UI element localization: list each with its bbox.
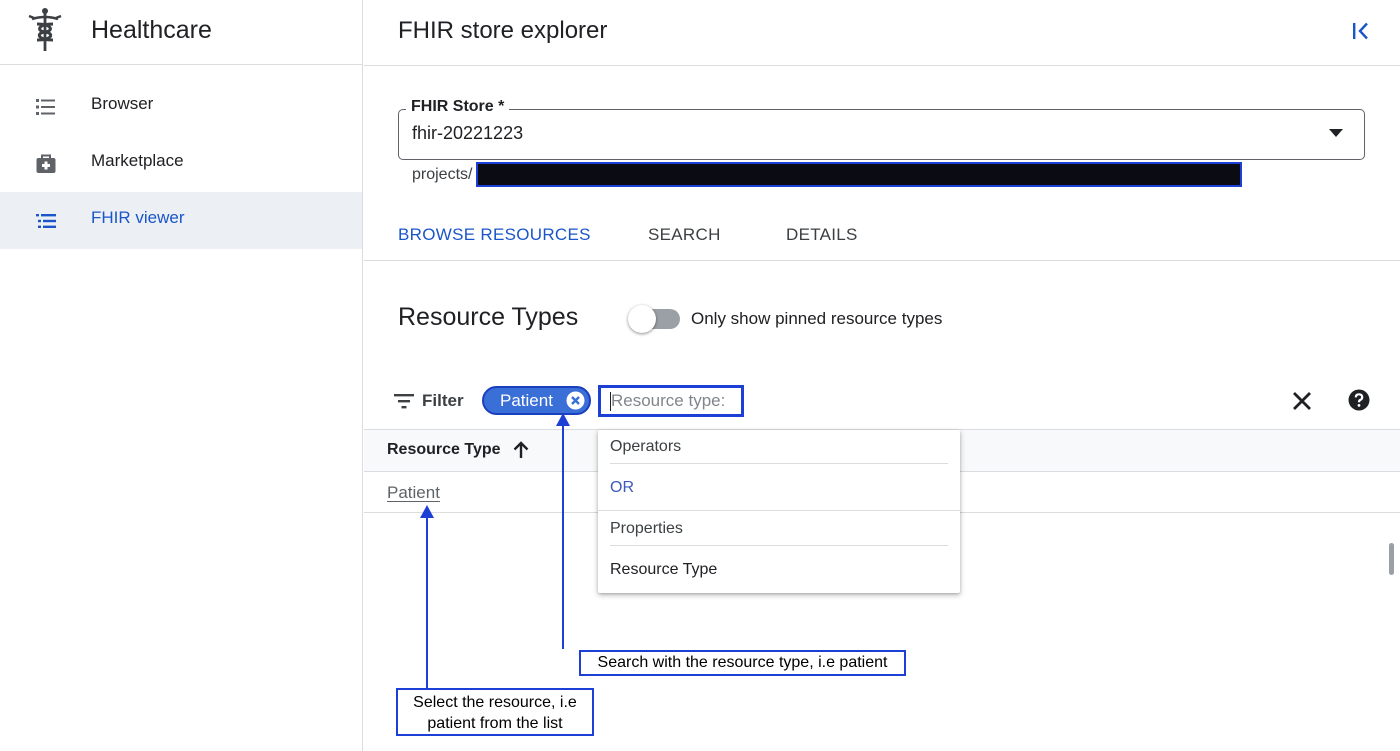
pinned-toggle-label: Only show pinned resource types [691,309,943,328]
pinned-toggle-knob[interactable] [628,305,656,333]
select-annotation-line1: Select the resource, i.e [413,694,577,711]
annotation-arrowhead-icon [420,505,434,518]
sidebar-item-label: FHIR viewer [91,208,185,227]
sidebar: Healthcare Browser Marketplace FHIR view… [0,0,363,751]
redacted-project-path [476,162,1242,187]
brand-header: Healthcare [0,0,362,65]
select-annotation-line2: patient from the list [427,715,563,732]
sidebar-item-marketplace[interactable]: Marketplace [0,135,362,192]
filter-label: Filter [422,391,464,410]
sidebar-item-browser[interactable]: Browser [0,78,362,135]
filter-suggestions-menu: Operators OR Properties Resource Type [598,430,960,593]
search-annotation: Search with the resource type, i.e patie… [579,650,906,676]
tab-details[interactable]: DETAILS [786,225,858,245]
fhir-list-icon [36,214,56,228]
medical-bag-icon [36,154,56,173]
fhir-store-select[interactable] [398,109,1365,160]
remove-chip-icon[interactable] [566,391,585,410]
resource-type-filter-box[interactable] [598,385,744,417]
menu-divider [598,510,960,511]
list-icon [36,99,55,115]
resource-link-patient[interactable]: Patient [387,483,440,503]
app-title: Healthcare [91,16,212,44]
tab-browse-resources[interactable]: BROWSE RESOURCES [398,225,591,245]
scrollbar-thumb[interactable] [1389,543,1394,575]
text-caret [610,392,611,411]
close-icon[interactable] [1290,389,1314,413]
app-root: Healthcare Browser Marketplace FHIR view… [0,0,1400,751]
collapse-panel-icon[interactable] [1350,20,1372,42]
resource-type-input[interactable] [601,388,741,414]
resource-types-title: Resource Types [398,303,579,331]
annotation-arrowhead-icon [556,413,570,426]
arrow-up-icon[interactable] [511,440,531,460]
sidebar-item-label: Browser [91,94,154,113]
filter-icon [394,394,414,409]
filter-chip-label: Patient [500,391,553,410]
sidebar-item-fhir-viewer[interactable]: FHIR viewer [0,192,362,249]
annotation-arrow-line [426,511,428,689]
menu-divider [610,545,948,546]
help-icon[interactable] [1348,389,1370,411]
tab-search[interactable]: SEARCH [648,225,721,245]
menu-item-resource-type[interactable]: Resource Type [610,561,717,579]
dropdown-arrow-icon[interactable] [1329,129,1343,137]
annotation-arrow-line [562,420,564,649]
fhir-store-label: FHIR Store * [406,98,510,116]
menu-section-header: Properties [610,520,683,537]
search-annotation-text: Search with the resource type, i.e patie… [597,654,888,671]
project-path-prefix: projects/ [412,166,473,183]
sidebar-item-label: Marketplace [91,151,184,170]
tabs-divider [364,260,1400,261]
column-header-resource-type[interactable]: Resource Type [387,441,501,459]
select-annotation: Select the resource, i.e patient from th… [396,688,594,736]
fhir-store-value: fhir-20221223 [412,123,524,143]
menu-divider [610,463,948,464]
header-divider [364,65,1400,66]
caduceus-icon [28,8,62,51]
menu-section-header: Operators [610,438,682,455]
menu-item-or[interactable]: OR [610,479,634,497]
page-title: FHIR store explorer [398,17,608,44]
